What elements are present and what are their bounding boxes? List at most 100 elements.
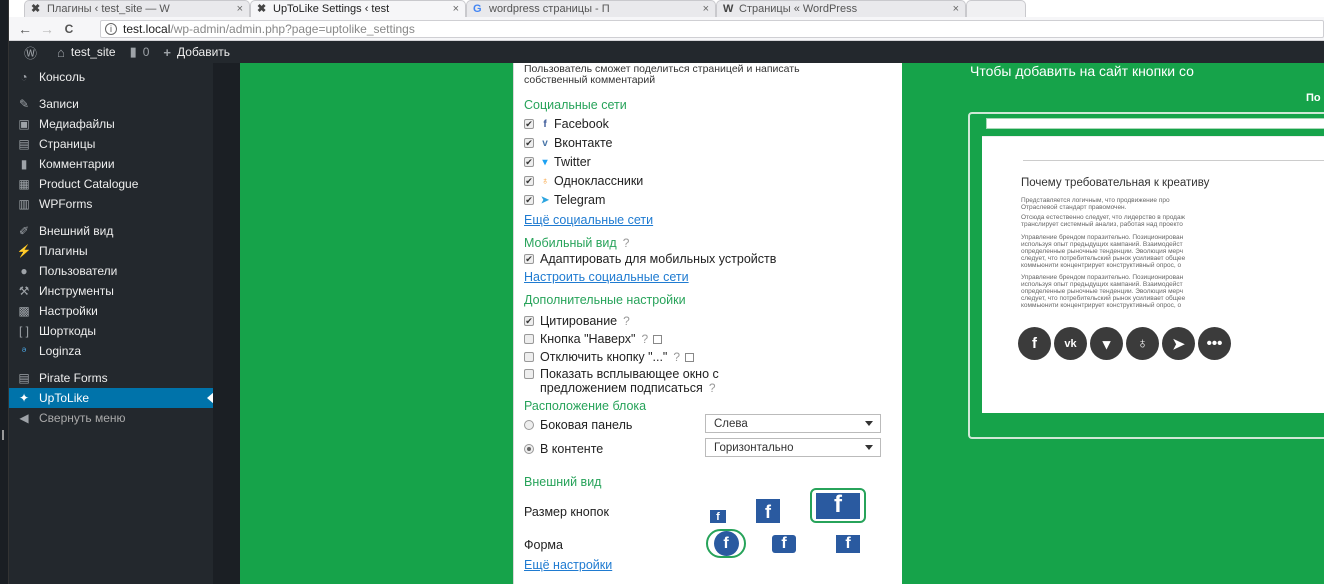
checkbox[interactable] [524,369,534,379]
wrench-icon: ⚒ [18,284,30,298]
sidebar-item-wpforms[interactable]: ▥ WPForms [9,194,213,214]
info-icon[interactable]: i [105,23,117,35]
help-icon[interactable]: ? [709,381,716,395]
checkbox[interactable] [524,138,534,148]
size-large-selected[interactable]: f [810,488,866,523]
close-icon[interactable]: × [947,3,959,15]
sidebar-item-label: Пользователи [39,264,118,278]
sidebar-item-dashboard[interactable]: ◔ Консоль [9,67,213,87]
size-small-option[interactable]: f [710,510,726,523]
new-tab-button[interactable] [966,0,1026,17]
network-odnoklassniki[interactable]: ♁ Одноклассники [524,173,643,189]
checkbox[interactable] [524,119,534,129]
sidebar-item-shortcodes[interactable]: [ ] Шорткоды [9,321,213,341]
url-input[interactable]: i test.local /wp-admin/admin.php?page=up… [100,20,1324,38]
sidebar-item-comments[interactable]: ▮ Комментарии [9,154,213,174]
sidebar-item-label: Настройки [39,304,98,318]
checkbox[interactable] [524,157,534,167]
close-icon[interactable]: × [697,3,709,15]
back-button[interactable]: ← [14,21,36,37]
comments-link[interactable]: ▮ 0 [130,44,150,60]
facebook-icon[interactable]: f [1018,327,1051,360]
window-edge [0,0,9,584]
network-vkontakte[interactable]: ᴠ Вконтакте [524,135,612,151]
settings-description: Пользователь сможет поделиться страницей… [524,63,800,86]
network-twitter[interactable]: ▾ Twitter [524,154,591,170]
sidebar-item-posts[interactable]: ✎ Записи [9,94,213,114]
checkbox[interactable] [524,334,534,344]
checkbox[interactable] [524,352,534,362]
odnoklassniki-icon: ♁ [541,175,549,187]
comment-icon: ▮ [129,44,137,59]
radio[interactable] [524,444,534,454]
tab-plugins[interactable]: ✖ Плагины ‹ test_site — W × [24,0,250,17]
wp-logo-icon[interactable]: Ⓦ [24,43,43,62]
reload-button[interactable]: C [58,22,80,36]
configure-networks-link[interactable]: Настроить социальные сети [524,270,689,284]
sidebar-item-settings[interactable]: ▩ Настройки [9,301,213,321]
sidebar-item-pages[interactable]: ▤ Страницы [9,134,213,154]
shape-round-selected[interactable]: f [706,529,746,558]
option-label: Боковая панель [540,418,633,432]
chevron-down-icon [865,421,873,426]
plus-icon: + [163,44,172,60]
sidebar-item-uptolike[interactable]: ✦ UpToLike [9,388,214,408]
forward-button[interactable]: → [36,21,58,37]
shape-rounded-option[interactable]: f [772,535,796,553]
checkbox[interactable] [524,254,534,264]
sidebar-item-appearance[interactable]: ✐ Внешний вид [9,221,213,241]
help-icon[interactable]: ? [623,236,630,250]
close-icon[interactable]: × [231,3,243,15]
address-bar: ← → C i test.local /wp-admin/admin.php?p… [0,17,1324,41]
sidebar-item-pirate-forms[interactable]: ▤ Pirate Forms [9,368,213,388]
network-facebook[interactable]: f Facebook [524,116,609,132]
collapse-menu-button[interactable]: ◀ Свернуть меню [9,408,213,428]
vk-icon[interactable]: vk [1054,327,1087,360]
checkbox[interactable] [524,176,534,186]
sidebar-item-users[interactable]: ● Пользователи [9,261,213,281]
top-button-option[interactable]: Кнопка "Наверх"? [524,331,663,347]
preview-paragraph: Отсюда естественно следует, что лидерств… [1021,214,1324,228]
color-box[interactable] [685,352,695,362]
user-icon: ● [20,264,28,278]
tab-uptolike-settings[interactable]: ✖ UpToLike Settings ‹ test × [250,0,466,17]
checkbox[interactable] [524,195,534,205]
wordpress-icon: W [723,3,734,15]
color-box[interactable] [653,334,663,344]
sidebar-position-select[interactable]: Слева [705,414,881,433]
help-icon[interactable]: ? [623,314,630,328]
sidebar-item-tools[interactable]: ⚒ Инструменты [9,281,213,301]
sidebar-item-plugins[interactable]: ⚡ Плагины [9,241,213,261]
more-settings-link[interactable]: Ещё настройки [524,558,612,572]
tab-google-search[interactable]: G wordpress страницы - П × [466,0,716,17]
help-icon[interactable]: ? [641,332,648,346]
more-icon[interactable]: ••• [1198,327,1231,360]
google-icon: G [473,3,482,15]
checkbox[interactable] [524,316,534,326]
disable-more-option[interactable]: Отключить кнопку "..."? [524,349,695,365]
content-position-option[interactable]: В контенте [524,441,603,457]
add-new-link[interactable]: + Добавить [163,45,230,60]
shape-square-option[interactable]: f [836,535,860,553]
site-name: test_site [70,45,116,59]
sidebar-item-media[interactable]: ▣ Медиафайлы [9,114,213,134]
quote-option[interactable]: Цитирование? [524,313,630,329]
odnoklassniki-icon[interactable]: ♁ [1126,327,1159,360]
help-icon[interactable]: ? [673,350,680,364]
content-position-select[interactable]: Горизонтально [705,438,881,457]
more-networks-link[interactable]: Ещё социальные сети [524,213,653,227]
twitter-icon[interactable]: ▾ [1090,327,1123,360]
preview-paragraph: Управление брендом поразительно. Позицио… [1021,234,1324,269]
network-telegram[interactable]: ➤ Telegram [524,192,605,208]
close-icon[interactable]: × [447,3,459,15]
site-name-link[interactable]: ⌂ test_site [57,45,116,60]
size-medium-option[interactable]: f [756,499,780,523]
mobile-adapt-option[interactable]: Адаптировать для мобильных устройств [524,251,776,267]
tab-wordpress-pages[interactable]: W Страницы « WordPress × [716,0,966,17]
telegram-icon[interactable]: ➤ [1162,327,1195,360]
sidebar-item-product-catalogue[interactable]: ▦ Product Catalogue [9,174,213,194]
sidebar-item-label: Инструменты [39,284,114,298]
sidebar-position-option[interactable]: Боковая панель [524,417,632,433]
radio[interactable] [524,420,534,430]
sidebar-item-loginza[interactable]: ᵊ Loginza [9,341,213,361]
